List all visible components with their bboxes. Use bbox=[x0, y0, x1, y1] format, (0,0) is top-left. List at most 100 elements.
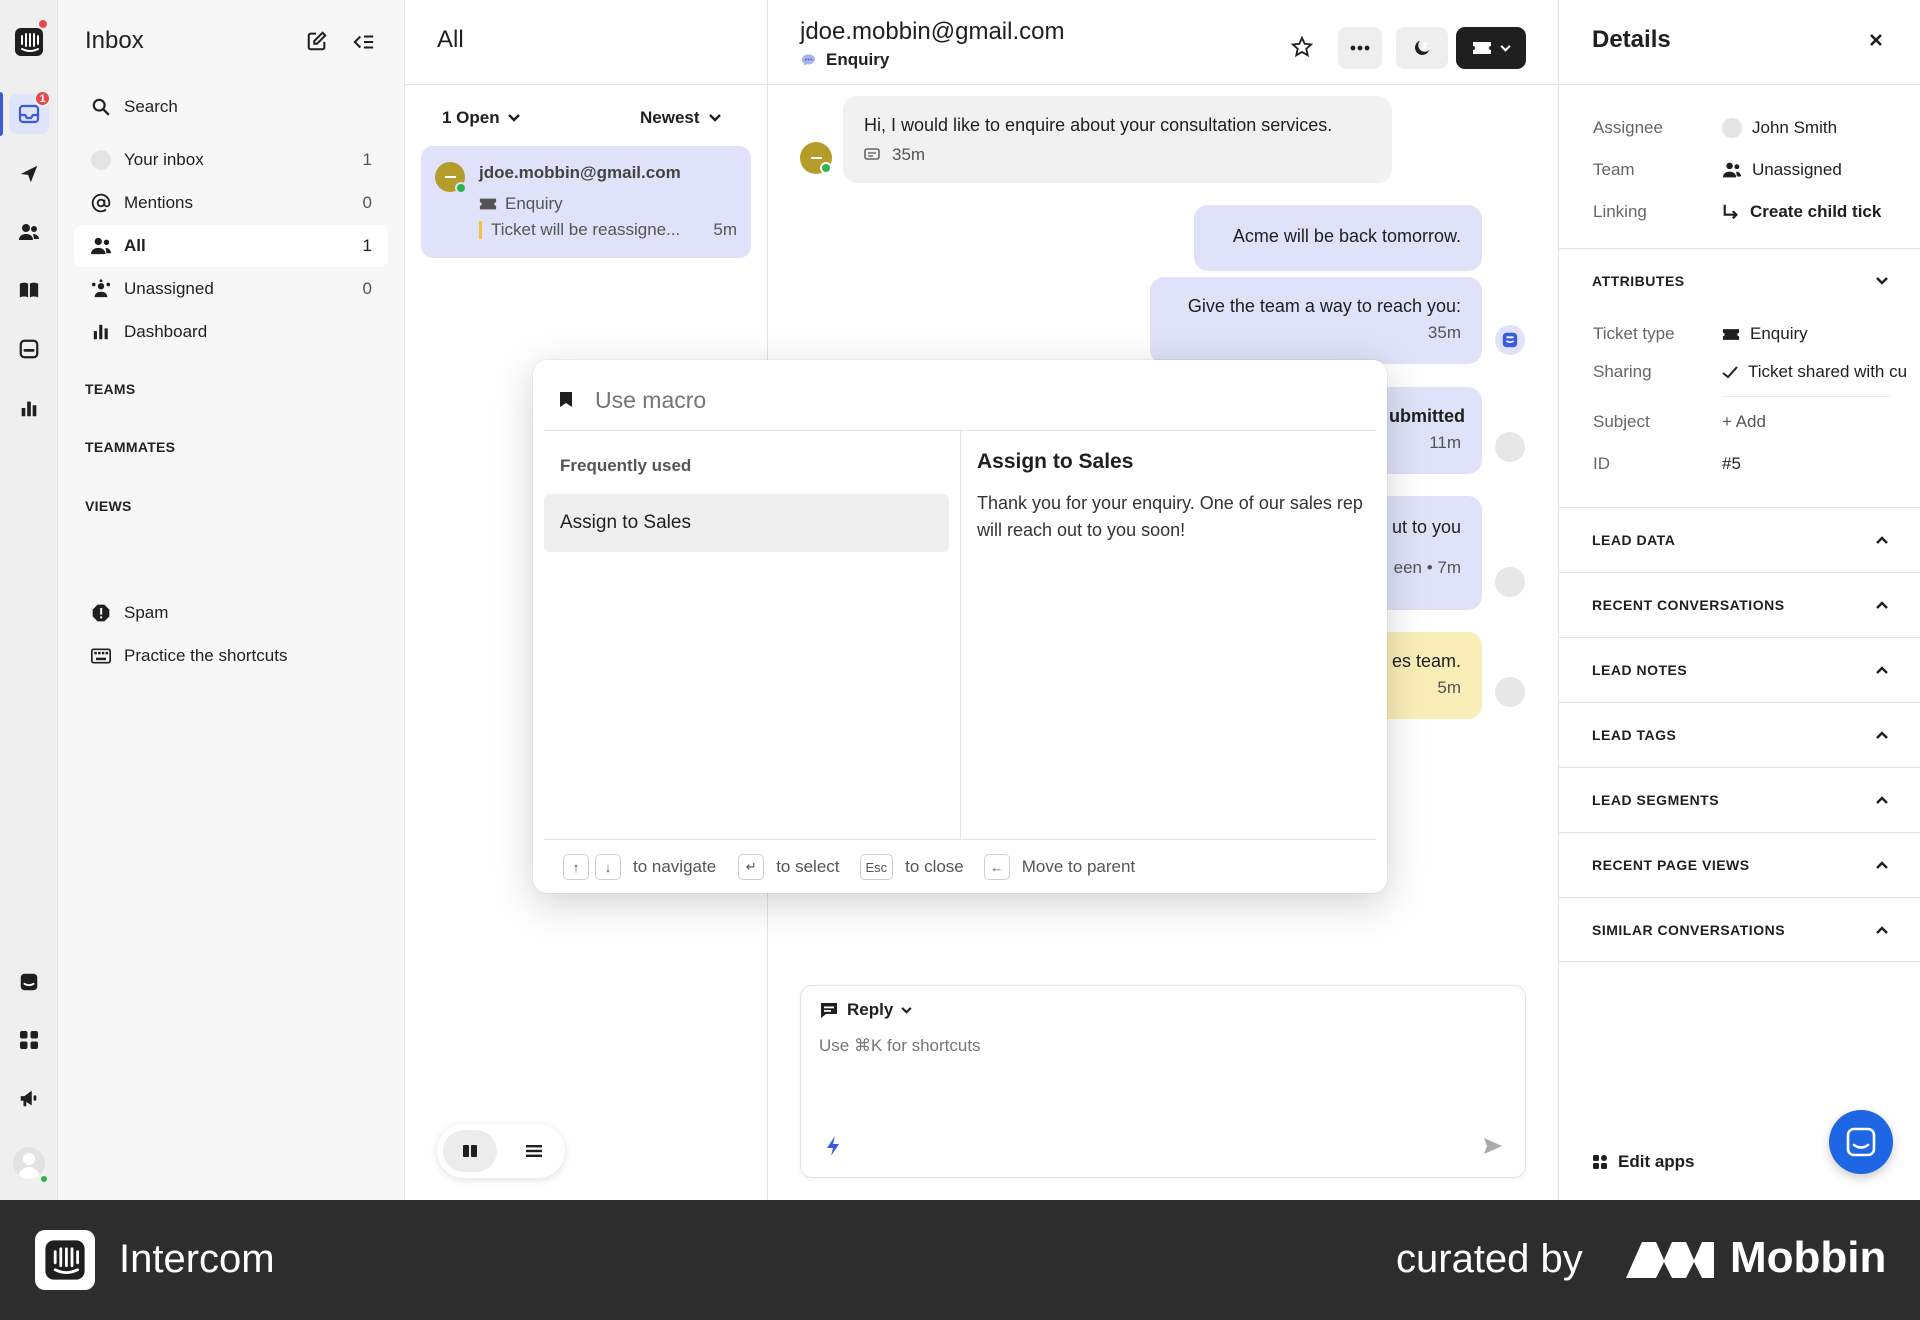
lightning-icon[interactable] bbox=[825, 1135, 841, 1157]
inbox-icon[interactable]: 1 bbox=[9, 90, 51, 134]
macro-bookmark-icon bbox=[559, 391, 573, 408]
outbound-icon[interactable] bbox=[9, 154, 49, 194]
conversation-type-label: Enquiry bbox=[505, 194, 563, 213]
attributes-section-header[interactable]: ATTRIBUTES bbox=[1559, 248, 1920, 313]
star-icon[interactable] bbox=[1291, 36, 1313, 58]
people-icon bbox=[1723, 162, 1741, 178]
collapse-sidebar-icon[interactable] bbox=[353, 32, 375, 52]
user-avatar[interactable] bbox=[9, 1143, 49, 1184]
team-name: Unassigned bbox=[1752, 160, 1842, 179]
section-title: LEAD NOTES bbox=[1592, 662, 1688, 678]
list-view-icon[interactable] bbox=[507, 1130, 561, 1172]
keyboard-hints: ↑ ↓ to navigate ↵ to select Esc to close… bbox=[563, 854, 1135, 880]
contact-avatar bbox=[800, 142, 832, 174]
sort-dropdown[interactable]: Newest bbox=[640, 108, 721, 128]
chevron-up-icon bbox=[1876, 536, 1888, 544]
section-recent-conversations[interactable]: RECENT CONVERSATIONS bbox=[1559, 572, 1920, 637]
spam-alert-icon bbox=[90, 603, 112, 623]
sidebar-item-dashboard[interactable]: Dashboard bbox=[74, 311, 388, 353]
conversation-preview: Ticket will be reassigne... bbox=[491, 220, 681, 239]
team-value[interactable]: Unassigned bbox=[1722, 160, 1842, 180]
inbox-sidebar: Inbox Search Your inbox 1 Mentions 0 All… bbox=[58, 0, 405, 1200]
split-view-icon[interactable] bbox=[443, 1130, 497, 1172]
messenger-launcher-button[interactable] bbox=[1829, 1110, 1893, 1174]
chevron-down-icon bbox=[1876, 277, 1888, 285]
layout-toggle bbox=[437, 1124, 565, 1178]
online-status-dot bbox=[39, 1174, 49, 1184]
sidebar-item-your-inbox[interactable]: Your inbox 1 bbox=[74, 139, 388, 181]
conversation-email: jdoe.mobbin@gmail.com bbox=[479, 163, 681, 182]
send-icon[interactable] bbox=[1483, 1137, 1503, 1155]
megaphone-icon[interactable] bbox=[9, 1078, 49, 1118]
section-similar-conversations[interactable]: SIMILAR CONVERSATIONS bbox=[1559, 897, 1920, 962]
sidebar-item-label: Spam bbox=[124, 603, 169, 622]
section-recent-page-views[interactable]: RECENT PAGE VIEWS bbox=[1559, 832, 1920, 897]
message-text: ubmitted bbox=[1389, 406, 1465, 426]
reply-mode-label: Reply bbox=[847, 1000, 894, 1019]
apps-grid-icon[interactable] bbox=[9, 1020, 49, 1060]
sidebar-item-all[interactable]: All 1 bbox=[74, 225, 388, 267]
section-lead-tags[interactable]: LEAD TAGS bbox=[1559, 702, 1920, 767]
divider bbox=[960, 431, 961, 839]
status-filter-label: 1 Open bbox=[442, 108, 500, 127]
section-lead-notes[interactable]: LEAD NOTES bbox=[1559, 637, 1920, 702]
reports-tray-icon[interactable] bbox=[9, 329, 49, 369]
chevron-up-icon bbox=[1876, 796, 1888, 804]
ticket-state-button[interactable] bbox=[1456, 27, 1526, 69]
reply-input[interactable]: Use ⌘K for shortcuts bbox=[819, 1036, 1499, 1096]
divider bbox=[768, 84, 1558, 85]
sidebar-item-count: 1 bbox=[362, 150, 372, 169]
chart-bars-icon[interactable] bbox=[9, 388, 49, 428]
chevron-up-icon bbox=[1876, 601, 1888, 609]
section-title: LEAD DATA bbox=[1592, 532, 1676, 548]
sidebar-section-teammates[interactable]: TEAMMATES bbox=[85, 439, 175, 455]
close-icon[interactable] bbox=[1869, 33, 1883, 47]
status-filter-dropdown[interactable]: 1 Open bbox=[442, 108, 520, 128]
knowledge-book-icon[interactable] bbox=[9, 270, 49, 310]
reply-mode-dropdown[interactable]: Reply bbox=[819, 1000, 912, 1020]
assignee-value[interactable]: John Smith bbox=[1722, 118, 1837, 138]
hint-close: to close bbox=[905, 857, 964, 876]
ticket-type-name: Enquiry bbox=[1750, 324, 1808, 343]
macro-item-assign-to-sales[interactable]: Assign to Sales bbox=[544, 494, 949, 552]
agent-avatar bbox=[1495, 432, 1525, 462]
agent-avatar bbox=[1495, 567, 1525, 597]
sidebar-section-views[interactable]: VIEWS bbox=[85, 498, 132, 514]
section-lead-data[interactable]: LEAD DATA bbox=[1559, 507, 1920, 572]
messenger-icon[interactable] bbox=[9, 962, 49, 1002]
sidebar-item-spam[interactable]: Spam bbox=[74, 592, 388, 634]
more-options-button[interactable] bbox=[1338, 27, 1382, 69]
sidebar-section-teams[interactable]: TEAMS bbox=[85, 381, 136, 397]
edit-apps-button[interactable]: Edit apps bbox=[1592, 1152, 1695, 1172]
chevron-down-icon bbox=[901, 1006, 912, 1014]
sidebar-item-unassigned[interactable]: Unassigned 0 bbox=[74, 268, 388, 310]
intercom-logo-icon[interactable] bbox=[9, 20, 49, 62]
section-lead-segments[interactable]: LEAD SEGMENTS bbox=[1559, 767, 1920, 832]
ticket-type-value[interactable]: Enquiry bbox=[1722, 324, 1808, 344]
macro-picker-modal: Frequently used Assign to Sales Assign t… bbox=[533, 360, 1387, 893]
section-title: ATTRIBUTES bbox=[1592, 273, 1685, 289]
add-subject-button[interactable]: + Add bbox=[1722, 412, 1766, 432]
list-title: All bbox=[437, 26, 464, 53]
sidebar-item-shortcuts[interactable]: Practice the shortcuts bbox=[74, 635, 388, 677]
message-text: ut to you bbox=[1391, 517, 1461, 537]
macro-search-input[interactable] bbox=[595, 380, 1355, 420]
sharing-label: Sharing bbox=[1593, 362, 1652, 381]
ticket-icon bbox=[1472, 42, 1491, 54]
hint-select: to select bbox=[776, 857, 840, 876]
section-title: SIMILAR CONVERSATIONS bbox=[1592, 921, 1786, 938]
macro-preview-body: Thank you for your enquiry. One of our s… bbox=[977, 493, 1363, 540]
sidebar-item-label: Practice the shortcuts bbox=[124, 646, 288, 665]
snooze-button[interactable] bbox=[1396, 27, 1448, 69]
sidebar-item-mentions[interactable]: Mentions 0 bbox=[74, 182, 388, 224]
compose-icon[interactable] bbox=[306, 30, 328, 52]
conversation-card[interactable]: jdoe.mobbin@gmail.com Enquiry Ticket wil… bbox=[421, 146, 751, 258]
message-text: Give the team a way to reach you: bbox=[1187, 296, 1461, 316]
check-icon bbox=[1722, 365, 1738, 378]
sharing-value[interactable]: Ticket shared with cu bbox=[1722, 362, 1920, 382]
create-child-ticket-link[interactable]: Create child tick bbox=[1722, 202, 1888, 222]
conversation-subtitle-label: Enquiry bbox=[826, 50, 890, 69]
sidebar-search[interactable]: Search bbox=[74, 86, 388, 128]
sidebar-item-label: Your inbox bbox=[124, 150, 204, 169]
contacts-icon[interactable] bbox=[9, 212, 49, 252]
